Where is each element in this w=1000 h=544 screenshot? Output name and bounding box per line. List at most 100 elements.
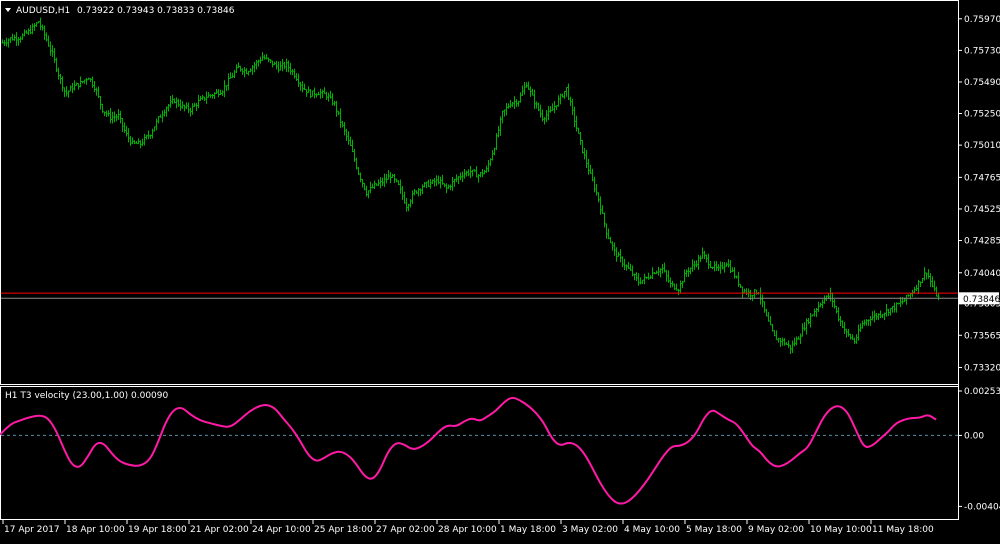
- ohlc-bar-1: [3, 40, 6, 47]
- ohlc-bar-193: [387, 170, 390, 180]
- ohlc-bar-425: [851, 334, 854, 340]
- ohlc-bar-32: [65, 86, 68, 97]
- ohlc-bar-209: [419, 188, 422, 196]
- ohlc-bar-13: [27, 28, 30, 36]
- ohlc-bar-302: [605, 223, 608, 239]
- ohlc-bar-215: [431, 179, 434, 184]
- indicator-tick-label: 0.00: [964, 431, 984, 441]
- ohlc-bar-137: [275, 61, 278, 70]
- ohlc-bar-29: [59, 73, 62, 85]
- ohlc-bar-309: [619, 249, 622, 263]
- ohlc-bar-176: [353, 148, 356, 163]
- ohlc-bar-267: [535, 101, 538, 109]
- ohlc-bar-423: [847, 329, 850, 337]
- ohlc-bar-47: [95, 87, 98, 96]
- ohlc-bar-162: [325, 91, 328, 101]
- ohlc-bar-125: [251, 65, 254, 76]
- ohlc-bar-343: [687, 267, 690, 278]
- ohlc-bar-52: [105, 110, 108, 118]
- ohlc-bar-25: [51, 45, 54, 57]
- ohlc-bar-428: [857, 324, 860, 341]
- ohlc-bar-247: [495, 133, 498, 150]
- ohlc-bar-447: [895, 302, 898, 313]
- ohlc-bar-41: [83, 79, 86, 84]
- ohlc-bar-420: [841, 320, 844, 329]
- ohlc-bar-67: [135, 141, 138, 145]
- time-tick-label: 3 May 02:00: [562, 525, 618, 535]
- ohlc-bar-401: [803, 322, 806, 331]
- ohlc-bar-376: [753, 289, 756, 299]
- ohlc-bar-135: [271, 60, 274, 68]
- ohlc-bar-210: [421, 184, 424, 195]
- ohlc-bar-327: [655, 270, 658, 275]
- ohlc-bar-406: [813, 308, 816, 317]
- ohlc-bar-192: [385, 173, 388, 184]
- ohlc-bar-5: [11, 33, 14, 41]
- ohlc-bar-48: [97, 86, 100, 99]
- chart-ohlc: 0.73922 0.73943 0.73833 0.73846: [77, 6, 235, 16]
- ohlc-bar-440: [881, 313, 884, 319]
- ohlc-bar-143: [287, 60, 290, 73]
- ohlc-bar-195: [391, 173, 394, 179]
- ohlc-bar-159: [319, 88, 322, 99]
- ohlc-bar-384: [769, 315, 772, 326]
- ohlc-bar-319: [639, 277, 642, 285]
- ohlc-bar-414: [829, 287, 832, 302]
- price-tick-label: 0.74040: [964, 269, 1000, 279]
- ohlc-bar-411: [823, 295, 826, 304]
- ohlc-bar-165: [331, 93, 334, 106]
- ohlc-bar-27: [55, 57, 58, 73]
- ohlc-bar-362: [725, 262, 728, 267]
- time-tick-label: 4 May 10:00: [624, 525, 680, 535]
- ohlc-bar-156: [313, 87, 316, 99]
- ohlc-bar-169: [339, 108, 342, 128]
- ohlc-bar-318: [637, 273, 640, 286]
- ohlc-bar-415: [831, 292, 834, 308]
- ohlc-bar-170: [341, 120, 344, 128]
- chart-window[interactable]: 0.75970 0.75730 0.75490 0.75250 0.75010 0.747…: [0, 0, 1000, 540]
- ohlc-bar-252: [505, 103, 508, 116]
- ohlc-bar-438: [877, 313, 880, 320]
- ohlc-bar-72: [145, 134, 148, 140]
- trading-chart[interactable]: 0.75970 0.75730 0.75490 0.75250 0.75010 0.747…: [0, 0, 1000, 540]
- ohlc-bar-453: [907, 294, 910, 297]
- ohlc-bar-198: [397, 180, 400, 186]
- ohlc-bar-110: [221, 90, 224, 97]
- ohlc-bar-60: [121, 117, 124, 133]
- ohlc-bar-445: [891, 305, 894, 313]
- ohlc-bar-253: [507, 103, 510, 109]
- ohlc-bar-298: [597, 192, 600, 203]
- ohlc-bar-235: [471, 169, 474, 177]
- ohlc-bar-4: [9, 37, 12, 44]
- ohlc-bar-435: [871, 311, 874, 321]
- ohlc-bar-109: [219, 89, 222, 96]
- ohlc-bar-258: [517, 100, 520, 107]
- ohlc-bar-129: [259, 56, 262, 64]
- ohlc-bar-49: [99, 95, 102, 110]
- ohlc-bar-452: [905, 294, 908, 305]
- ohlc-bar-410: [821, 299, 824, 309]
- ohlc-bar-336: [673, 283, 676, 290]
- ohlc-bar-462: [925, 272, 928, 280]
- ohlc-bar-126: [253, 62, 256, 73]
- ohlc-bar-270: [541, 109, 544, 122]
- dropdown-triangle-icon[interactable]: [5, 8, 11, 12]
- ohlc-bar-416: [833, 299, 836, 309]
- indicator-pane-frame: [0, 386, 959, 520]
- ohlc-bar-150: [301, 80, 304, 93]
- ohlc-bar-23: [47, 35, 50, 47]
- ohlc-bar-94: [189, 107, 192, 117]
- ohlc-bar-341: [683, 269, 686, 283]
- ohlc-bar-279: [559, 93, 562, 105]
- ohlc-bar-2: [5, 37, 8, 47]
- ohlc-bar-314: [629, 263, 632, 271]
- ohlc-bar-261: [523, 81, 526, 95]
- ohlc-bar-175: [351, 139, 354, 153]
- ohlc-bar-131: [263, 54, 266, 60]
- ohlc-bar-194: [389, 172, 392, 184]
- ohlc-bar-108: [217, 89, 220, 98]
- ohlc-bar-141: [283, 61, 286, 70]
- price-levels: [1, 292, 958, 299]
- ohlc-bar-283: [567, 83, 570, 101]
- ohlc-bar-293: [587, 158, 590, 175]
